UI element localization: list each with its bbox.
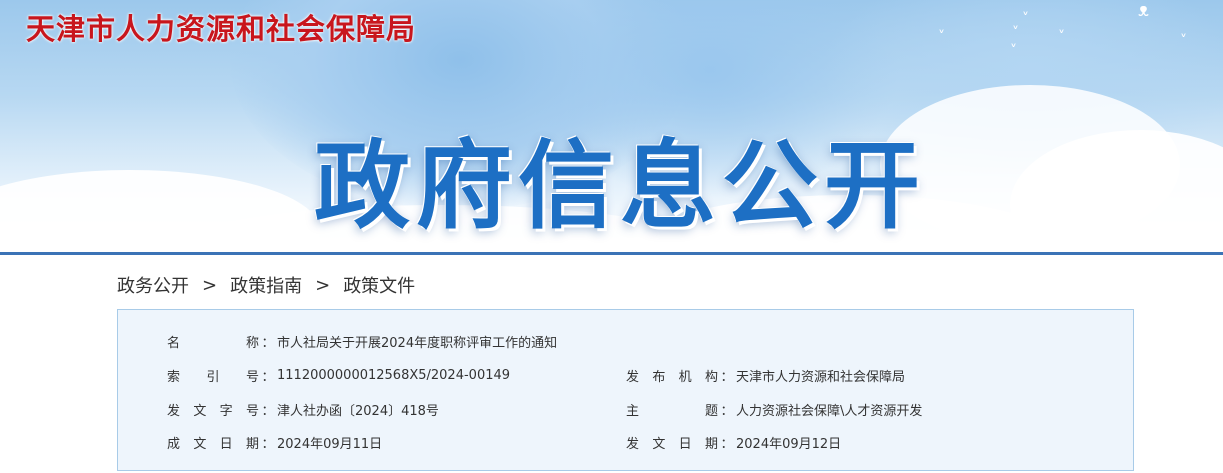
issue-date-value: 2024年09月12日 <box>736 436 842 452</box>
info-row-name: 名称 ： 市人社局关于开展2024年度职称评审工作的通知 <box>167 331 557 351</box>
banner-headline: 政府信息公开 <box>314 130 926 242</box>
breadcrumb: 政务公开 > 政策指南 > 政策文件 <box>117 272 415 298</box>
colon: ： <box>261 436 275 452</box>
site-title[interactable]: 天津市人力资源和社会保障局 <box>26 6 416 48</box>
breadcrumb-separator: > <box>315 274 331 296</box>
bird-icon: ˅ <box>1012 25 1019 41</box>
bird-icon: ᴥ <box>1138 0 1149 21</box>
colon: ： <box>720 403 734 419</box>
colon: ： <box>720 369 734 385</box>
document-info-box: 名称 ： 市人社局关于开展2024年度职称评审工作的通知 索引号 ： 11120… <box>117 309 1134 471</box>
bird-icon: ˅ <box>1180 33 1187 49</box>
bird-icon: ˅ <box>1010 43 1017 59</box>
info-row-publisher: 发布机构 ： 天津市人力资源和社会保障局 <box>626 365 905 385</box>
doc-number-label: 发文字号 <box>167 403 259 419</box>
bird-icon: ˅ <box>938 29 945 45</box>
header-banner: ᴥ ˅ ˅ ˅ ˅ ˅ ˅ 天津市人力资源和社会保障局 政府信息公开 <box>0 0 1223 252</box>
breadcrumb-separator: > <box>202 274 218 296</box>
doc-number-value: 津人社办函〔2024〕418号 <box>277 403 439 419</box>
publisher-label: 发布机构 <box>626 369 718 385</box>
index-number-value: 1112000000012568X5/2024-00149 <box>277 367 511 383</box>
index-number-label: 索引号 <box>167 369 259 385</box>
bird-icon: ˅ <box>1022 11 1029 27</box>
colon: ： <box>720 436 734 452</box>
created-date-label: 成文日期 <box>167 436 259 452</box>
info-row-created-date: 成文日期 ： 2024年09月11日 <box>167 432 382 452</box>
subject-value: 人力资源社会保障\人才资源开发 <box>736 403 923 419</box>
breadcrumb-item-policy-documents[interactable]: 政策文件 <box>343 272 415 298</box>
name-value: 市人社局关于开展2024年度职称评审工作的通知 <box>277 335 558 351</box>
publisher-value: 天津市人力资源和社会保障局 <box>736 369 906 385</box>
info-row-subject: 主题 ： 人力资源社会保障\人才资源开发 <box>626 399 922 419</box>
breadcrumb-item-government-affairs[interactable]: 政务公开 <box>117 272 189 298</box>
created-date-value: 2024年09月11日 <box>277 436 383 452</box>
info-row-issue-date: 发文日期 ： 2024年09月12日 <box>626 432 841 452</box>
colon: ： <box>261 335 275 351</box>
info-row-index-number: 索引号 ： 1112000000012568X5/2024-00149 <box>167 365 510 385</box>
subject-label: 主题 <box>626 403 718 419</box>
breadcrumb-item-policy-guide[interactable]: 政策指南 <box>230 272 302 298</box>
bird-icon: ˅ <box>1058 29 1065 45</box>
colon: ： <box>261 369 275 385</box>
info-row-doc-number: 发文字号 ： 津人社办函〔2024〕418号 <box>167 399 439 419</box>
issue-date-label: 发文日期 <box>626 436 718 452</box>
colon: ： <box>261 403 275 419</box>
name-label: 名称 <box>167 335 259 351</box>
